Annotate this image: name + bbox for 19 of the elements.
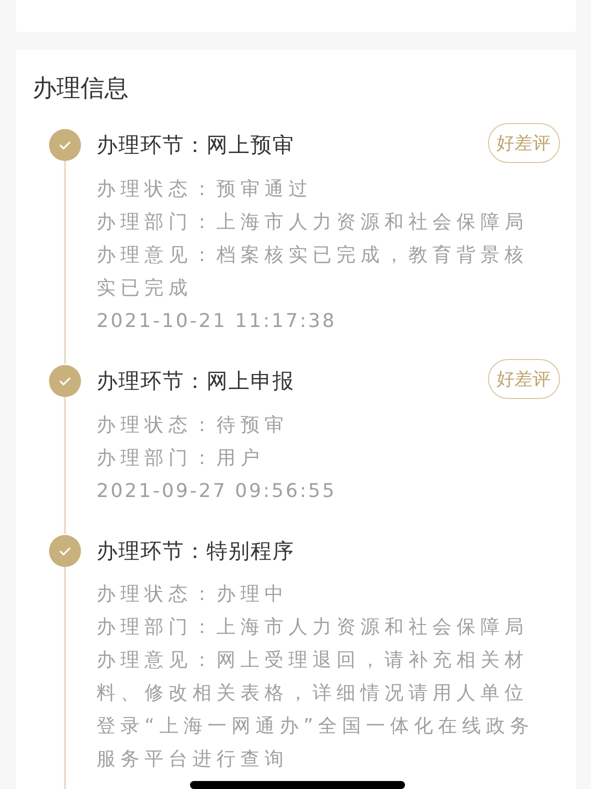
step-title: 办理环节：特别程序 xyxy=(96,538,294,565)
check-circle-icon xyxy=(48,129,80,161)
detail-text: 办理部门：上海市人力资源和社会保障局 xyxy=(96,210,530,235)
check-circle-icon xyxy=(48,365,80,397)
section-title: 办理信息 xyxy=(32,73,128,104)
detail-text: 办理部门：上海市人力资源和社会保障局 xyxy=(96,615,530,640)
step-title: 办理环节：网上申报 xyxy=(96,368,294,395)
detail-text: 办理意见：网上受理退回，请补充相关材料、修改相关表格，详细情况请用人单位登录“上海一网通办”全国一体化在线政务服务平台进行查询 xyxy=(96,648,536,772)
rating-button[interactable]: 好差评 xyxy=(488,123,560,163)
detail-text: 办理状态：预审通过 xyxy=(96,177,314,202)
detail-text: 办理状态：待预审 xyxy=(96,413,290,438)
rating-button[interactable]: 好差评 xyxy=(488,359,560,399)
detail-text: 办理意见：档案核实已完成，教育背景核实已完成 xyxy=(96,243,530,301)
check-circle-icon xyxy=(48,535,80,567)
detail-text: 办理部门：用户 xyxy=(96,446,266,471)
step-title: 办理环节：网上预审 xyxy=(96,132,294,159)
timestamp: 2021-10-21 11:17:38 xyxy=(96,309,338,334)
detail-text: 办理状态：办理中 xyxy=(96,582,290,607)
timestamp: 2021-09-27 09:56:55 xyxy=(96,479,338,504)
